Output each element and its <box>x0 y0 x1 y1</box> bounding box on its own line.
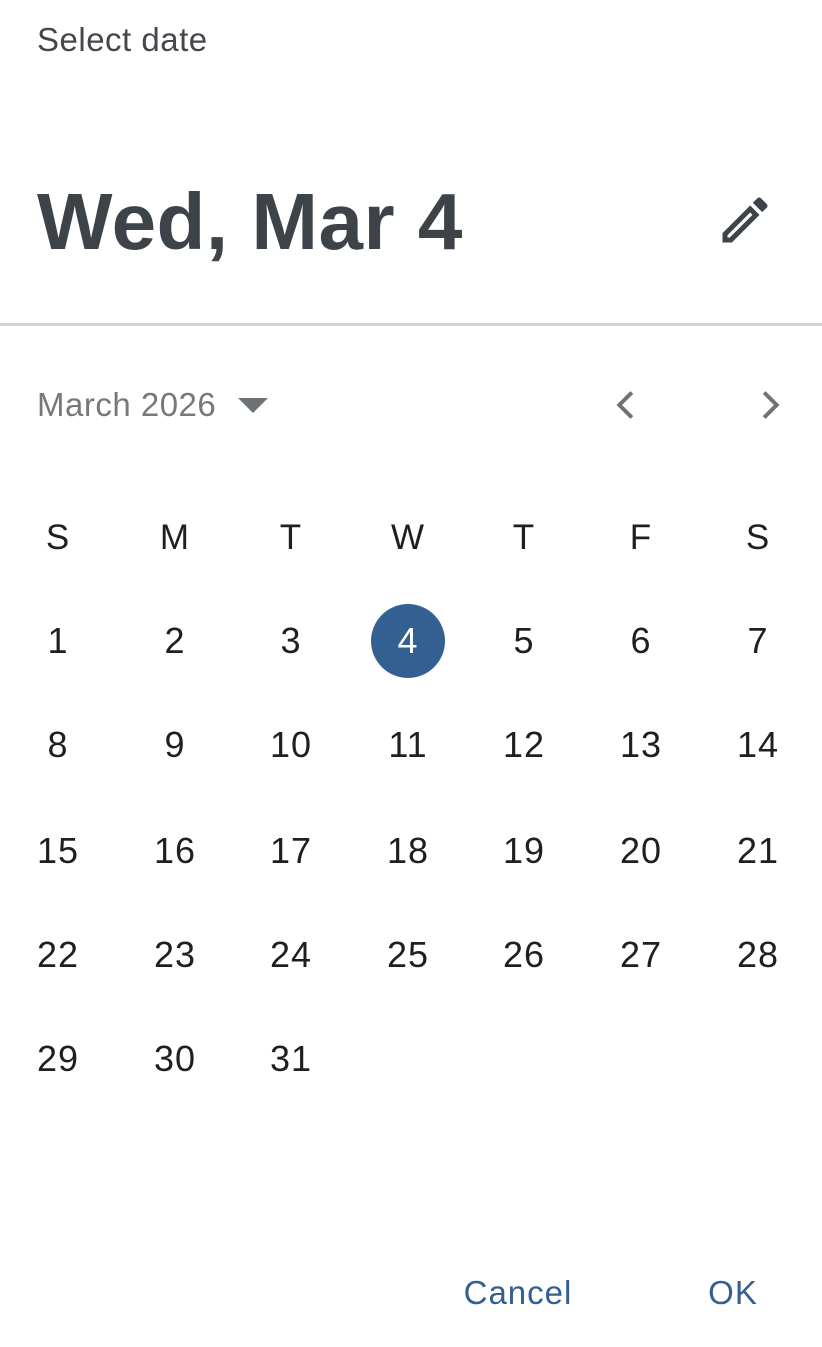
day-number: 31 <box>269 1038 313 1079</box>
day-cell[interactable]: 27 <box>601 915 681 995</box>
weekday-header: S <box>45 518 71 557</box>
day-number: 1 <box>47 620 69 661</box>
day-cell[interactable]: 16 <box>135 811 215 891</box>
day-cell[interactable]: 9 <box>135 705 215 785</box>
weekday-header: F <box>629 518 653 557</box>
day-number: 30 <box>153 1038 197 1079</box>
day-cell[interactable]: 11 <box>368 705 448 785</box>
day-cell[interactable]: 30 <box>135 1019 215 1099</box>
day-number: 20 <box>619 830 663 871</box>
day-number: 22 <box>36 934 80 975</box>
day-number: 19 <box>502 830 546 871</box>
day-cell[interactable]: 25 <box>368 915 448 995</box>
day-number: 12 <box>502 724 546 765</box>
day-number: 27 <box>619 934 663 975</box>
day-number: 24 <box>269 934 313 975</box>
day-number: 4 <box>397 620 419 661</box>
day-cell-selected[interactable]: 4 <box>368 601 448 681</box>
weekday-header: S <box>745 518 771 557</box>
month-year-selector[interactable]: March 2026 <box>37 380 269 430</box>
day-number: 9 <box>164 724 186 765</box>
day-number: 11 <box>388 724 428 765</box>
day-cell[interactable]: 28 <box>718 915 798 995</box>
day-number: 13 <box>619 724 663 765</box>
day-cell[interactable]: 8 <box>18 705 98 785</box>
day-cell[interactable]: 21 <box>718 811 798 891</box>
day-cell[interactable]: 6 <box>601 601 681 681</box>
month-year-label: March 2026 <box>37 386 217 423</box>
day-number: 17 <box>269 830 313 871</box>
day-number: 29 <box>36 1038 80 1079</box>
day-cell[interactable]: 22 <box>18 915 98 995</box>
cancel-button[interactable]: Cancel <box>448 1265 588 1321</box>
weekday-header: W <box>390 518 426 557</box>
day-cell[interactable]: 23 <box>135 915 215 995</box>
day-number: 28 <box>736 934 780 975</box>
day-number: 6 <box>630 620 652 661</box>
day-cell[interactable]: 12 <box>484 705 564 785</box>
day-number: 5 <box>513 620 535 661</box>
selected-date-headline: Wed, Mar 4 <box>37 177 463 266</box>
day-cell[interactable]: 19 <box>484 811 564 891</box>
chevron-left-icon <box>616 391 634 419</box>
day-cell[interactable]: 10 <box>251 705 331 785</box>
day-cell[interactable]: 2 <box>135 601 215 681</box>
day-number: 10 <box>269 724 313 765</box>
weekday-header: M <box>159 518 191 557</box>
day-cell[interactable]: 31 <box>251 1019 331 1099</box>
chevron-right-icon <box>762 391 780 419</box>
day-cell[interactable]: 24 <box>251 915 331 995</box>
next-month-button[interactable] <box>740 375 800 435</box>
day-number: 25 <box>386 934 430 975</box>
pencil-icon <box>722 197 768 243</box>
day-number: 26 <box>502 934 546 975</box>
day-number: 16 <box>153 830 197 871</box>
ok-button[interactable]: OK <box>692 1265 774 1321</box>
day-number: 21 <box>736 830 780 871</box>
previous-month-button[interactable] <box>596 375 656 435</box>
day-cell[interactable]: 13 <box>601 705 681 785</box>
day-cell[interactable]: 20 <box>601 811 681 891</box>
day-cell[interactable]: 17 <box>251 811 331 891</box>
day-cell[interactable]: 1 <box>18 601 98 681</box>
day-cell[interactable]: 26 <box>484 915 564 995</box>
weekday-header: T <box>279 518 303 557</box>
day-cell[interactable]: 14 <box>718 705 798 785</box>
day-cell[interactable]: 7 <box>718 601 798 681</box>
day-number: 23 <box>153 934 197 975</box>
day-number: 15 <box>36 830 80 871</box>
dropdown-arrow-icon <box>238 397 269 413</box>
day-number: 18 <box>386 830 430 871</box>
day-cell[interactable]: 3 <box>251 601 331 681</box>
day-cell[interactable]: 18 <box>368 811 448 891</box>
day-number: 7 <box>747 620 769 661</box>
day-number: 8 <box>47 724 69 765</box>
dialog-label: Select date <box>37 21 208 58</box>
date-picker-dialog: Select date Wed, Mar 4 March 2026 S M T W T F… <box>0 0 822 1347</box>
day-cell[interactable]: 5 <box>484 601 564 681</box>
day-number: 14 <box>736 724 780 765</box>
day-cell[interactable]: 29 <box>18 1019 98 1099</box>
day-number: 3 <box>280 620 302 661</box>
weekday-header: T <box>512 518 536 557</box>
day-cell[interactable]: 15 <box>18 811 98 891</box>
header-divider <box>0 323 822 326</box>
edit-date-button[interactable] <box>700 180 790 260</box>
day-number: 2 <box>164 620 186 661</box>
